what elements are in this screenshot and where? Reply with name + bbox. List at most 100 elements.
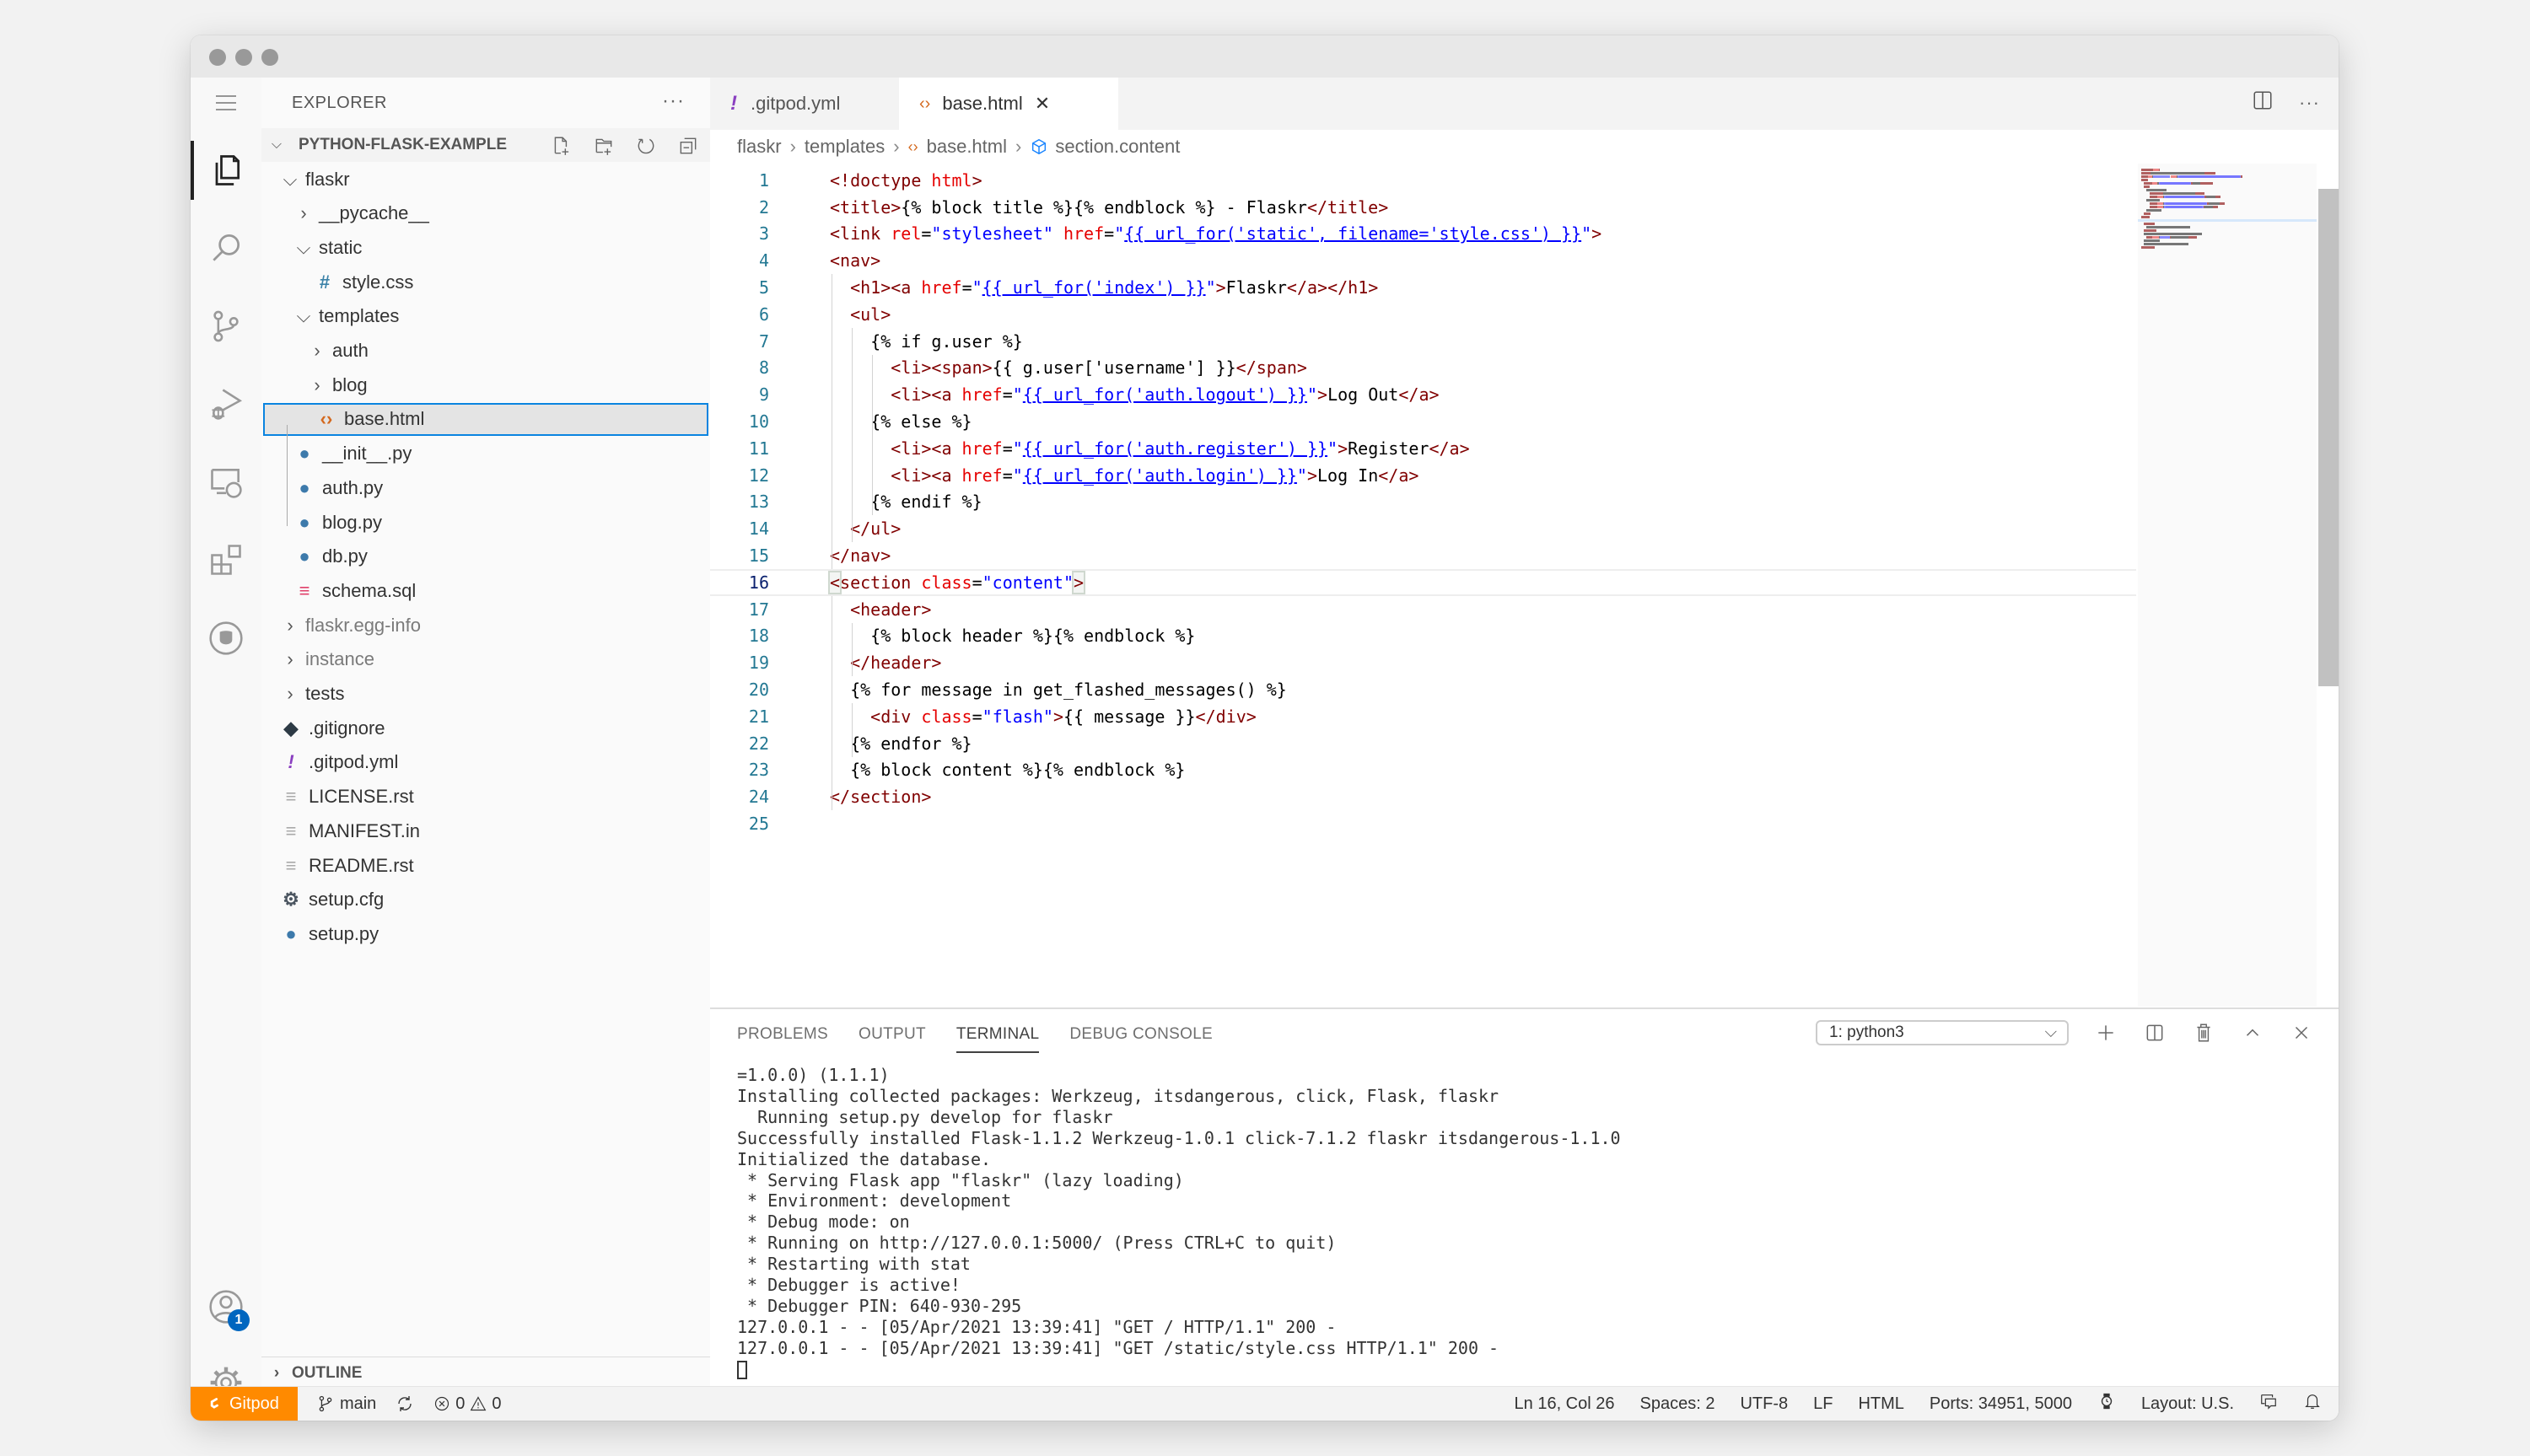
branch-indicator[interactable]: main [316,1394,376,1414]
code-line[interactable]: 6 <ul> [710,301,2136,328]
activity-run-debug[interactable] [191,374,261,433]
notifications-button[interactable] [2303,1392,2322,1416]
code-line[interactable]: 14 </ul> [710,515,2136,542]
end-of-line[interactable]: LF [1813,1394,1833,1414]
code-link[interactable]: {{ url_for('auth.logout') }} [1023,384,1307,405]
code-line[interactable]: 15 </nav> [710,542,2136,569]
code-line[interactable]: 12 <li><a href="{{ url_for('auth.login')… [710,462,2136,489]
tree-folder[interactable]: › flaskr.egg-info [261,609,710,642]
cursor-position[interactable]: Ln 16, Col 26 [1515,1394,1615,1414]
tree-file[interactable]: ⚙ setup.cfg [261,884,710,916]
terminal-select[interactable]: 1: python3 ⌵ [1816,1020,2069,1045]
sync-button[interactable] [395,1394,415,1414]
tree-folder[interactable]: ⌵ static [261,231,710,264]
code-line[interactable]: 16 <section class="content"> [710,569,2136,596]
close-window-button[interactable] [209,49,226,66]
minimap[interactable] [2138,164,2317,1007]
split-editor-button[interactable] [2252,89,2274,116]
tree-folder[interactable]: › instance [261,643,710,676]
code-line[interactable]: 21 <div class="flash">{{ message }}</div… [710,703,2136,730]
code-line[interactable]: 7 {% if g.user %} [710,328,2136,355]
panel-tab-debug-console[interactable]: DEBUG CONSOLE [1069,1009,1213,1060]
tree-folder[interactable]: › tests [261,678,710,711]
project-header[interactable]: ⌵ PYTHON-FLASK-EXAMPLE [261,128,710,162]
language-mode[interactable]: HTML [1858,1394,1903,1414]
panel-tab-output[interactable]: OUTPUT [859,1009,926,1060]
code-line[interactable]: 23 {% block content %}{% endblock %} [710,757,2136,784]
refresh-button[interactable] [632,133,659,158]
outline-section[interactable]: › OUTLINE [261,1357,710,1389]
tab-gitpod-yml[interactable]: ! .gitpod.yml [710,78,860,130]
keyboard-layout[interactable]: Layout: U.S. [2141,1394,2234,1414]
breadcrumb-item[interactable]: templates [805,136,885,158]
new-folder-button[interactable] [590,133,617,158]
ports[interactable]: Ports: 34951, 5000 [1930,1394,2072,1414]
code-link[interactable]: {{ url_for('auth.login') }} [1023,465,1297,486]
tree-file[interactable]: ≡ README.rst [261,849,710,882]
code-line[interactable]: 9 <li><a href="{{ url_for('auth.logout')… [710,381,2136,408]
activity-github[interactable] [191,609,261,668]
code-line[interactable]: 22 {% endfor %} [710,730,2136,757]
breadcrumb-item[interactable]: flaskr [737,136,782,158]
gitpod-button[interactable]: Gitpod [191,1387,298,1421]
tree-folder[interactable]: › auth [261,335,710,368]
code-line[interactable]: 1 <!doctype html> [710,167,2136,194]
activity-accounts[interactable]: 1 [191,1277,261,1336]
tab-base-html[interactable]: ‹› base.html ✕ [899,78,1118,130]
code-line[interactable]: 10 {% else %} [710,408,2136,435]
code-line[interactable]: 5 <h1><a href="{{ url_for('index') }}">F… [710,274,2136,301]
code-line[interactable]: 24 </section> [710,783,2136,810]
code-line[interactable]: 17 <header> [710,596,2136,623]
code-line[interactable]: 18 {% block header %}{% endblock %} [710,623,2136,650]
code-line[interactable]: 19 </header> [710,649,2136,676]
code-editor[interactable]: 1 <!doctype html> 2 <title>{% block title %… [710,164,2339,1007]
minimize-window-button[interactable] [235,49,252,66]
code-link[interactable]: {{ url_for('index') }} [982,277,1206,298]
tree-file[interactable]: ≡ schema.sql [261,574,710,607]
breadcrumb-item[interactable]: section.content [1055,136,1180,158]
code-link[interactable]: {{ url_for('auth.register') }} [1023,438,1327,459]
tree-file[interactable]: ! .gitpod.yml [261,746,710,779]
maximize-panel-button[interactable] [2237,1018,2268,1048]
code-line[interactable]: 13 {% endif %} [710,489,2136,516]
panel-tab-problems[interactable]: PROBLEMS [737,1009,828,1060]
problems-indicator[interactable]: 0 0 [433,1394,502,1414]
new-terminal-button[interactable] [2091,1018,2121,1048]
collapse-all-button[interactable] [675,133,702,158]
activity-explorer[interactable] [191,141,261,200]
tree-folder[interactable]: ⌵ templates [261,300,710,333]
more-actions-button[interactable]: ··· [662,89,685,113]
watch-button[interactable] [2097,1392,2116,1416]
activity-source-control[interactable] [191,297,261,356]
close-tab-button[interactable]: ✕ [1035,93,1050,115]
terminal-output[interactable]: =1.0.0) (1.1.1) Installing collected pack… [737,1065,2322,1380]
new-file-button[interactable] [548,133,575,158]
code-line[interactable]: 2 <title>{% block title %}{% endblock %} … [710,194,2136,221]
menu-button[interactable] [191,78,261,128]
tree-folder[interactable]: ⌵ flaskr [261,163,710,196]
tree-file[interactable]: ● db.py [261,540,710,573]
tree-folder[interactable]: › blog [261,368,710,401]
tree-file[interactable]: ● auth.py [261,471,710,504]
feedback-button[interactable] [2259,1392,2278,1416]
code-line[interactable]: 4 <nav> [710,247,2136,274]
panel-tab-terminal[interactable]: TERMINAL [955,1009,1040,1060]
indentation[interactable]: Spaces: 2 [1640,1394,1715,1414]
maximize-window-button[interactable] [261,49,278,66]
activity-search[interactable] [191,218,261,277]
editor-scrollbar[interactable] [2317,164,2339,1007]
activity-extensions[interactable] [191,530,261,589]
tree-file[interactable]: # style.css [261,266,710,298]
tree-file[interactable]: ● blog.py [261,506,710,539]
code-line[interactable]: 3 <link rel="stylesheet" href="{{ url_for… [710,221,2136,248]
code-line[interactable]: 20 {% for message in get_flashed_message… [710,676,2136,703]
code-line[interactable]: 11 <li><a href="{{ url_for('auth.registe… [710,435,2136,462]
tree-file[interactable]: ◆ .gitignore [261,712,710,744]
tree-file[interactable]: ≡ MANIFEST.in [261,814,710,847]
editor-more-actions-button[interactable]: ··· [2299,92,2320,114]
tree-file[interactable]: ≡ LICENSE.rst [261,781,710,814]
scrollbar-thumb[interactable] [2318,189,2339,686]
activity-remote-explorer[interactable] [191,453,261,512]
terminal-prompt[interactable] [737,1359,2322,1380]
tree-folder[interactable]: › __pycache__ [261,197,710,230]
